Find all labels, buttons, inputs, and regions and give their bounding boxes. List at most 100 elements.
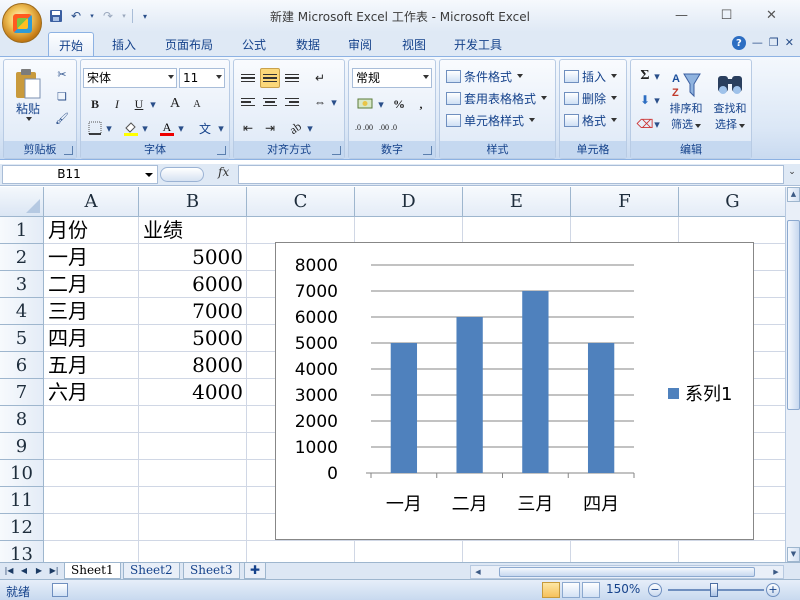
- phonetic-dropdown-icon[interactable]: ▾: [217, 120, 225, 136]
- column-header-d[interactable]: D: [355, 187, 463, 217]
- clear-button[interactable]: ⌫: [635, 114, 655, 134]
- wrap-text-button[interactable]: ↵: [310, 68, 330, 88]
- row-header-11[interactable]: 11: [0, 487, 44, 514]
- horizontal-scroll-thumb[interactable]: [499, 567, 755, 577]
- cell-a2[interactable]: 一月: [48, 244, 88, 271]
- orientation-button[interactable]: ab: [286, 118, 306, 138]
- cell-b4[interactable]: 7000: [139, 298, 243, 325]
- paste-button[interactable]: 粘贴: [10, 64, 46, 124]
- comma-button[interactable]: ,: [411, 94, 431, 114]
- increase-indent-button[interactable]: ⇥: [260, 118, 280, 138]
- expand-formula-bar-icon[interactable]: ⌄: [786, 167, 798, 182]
- fill-color-button[interactable]: [121, 118, 141, 138]
- vertical-scrollbar[interactable]: ▲ ▼: [785, 187, 800, 562]
- bar-4[interactable]: [587, 343, 615, 473]
- cell-a7[interactable]: 六月: [48, 379, 88, 406]
- tab-insert[interactable]: 插入: [102, 32, 146, 56]
- cell-b7[interactable]: 4000: [139, 379, 243, 406]
- sheet-tab-sheet2[interactable]: Sheet2: [123, 563, 180, 579]
- row-header-1[interactable]: 1: [0, 217, 44, 244]
- cell-a4[interactable]: 三月: [48, 298, 88, 325]
- scroll-up-icon[interactable]: ▲: [787, 187, 800, 202]
- ribbon-close-icon[interactable]: ✕: [785, 36, 794, 50]
- row-header-3[interactable]: 3: [0, 271, 44, 298]
- format-cells-button[interactable]: 格式: [564, 110, 618, 130]
- underline-button[interactable]: U: [129, 94, 149, 114]
- tab-formulas[interactable]: 公式: [232, 32, 276, 56]
- cell-a6[interactable]: 五月: [48, 352, 88, 379]
- alignment-launcher-icon[interactable]: [332, 146, 341, 155]
- row-header-4[interactable]: 4: [0, 298, 44, 325]
- decrease-indent-button[interactable]: ⇤: [238, 118, 258, 138]
- find-select-button[interactable]: 查找和 选择: [709, 64, 751, 138]
- bar-2[interactable]: [456, 317, 483, 473]
- formula-input[interactable]: [238, 165, 784, 184]
- phonetic-button[interactable]: 文: [193, 118, 217, 138]
- increase-decimal-button[interactable]: .0 .00: [353, 118, 375, 138]
- merge-center-button[interactable]: ⇔: [310, 92, 330, 112]
- zoom-in-icon[interactable]: +: [766, 583, 780, 597]
- row-header-8[interactable]: 8: [0, 406, 44, 433]
- scroll-left-icon[interactable]: ◀: [471, 566, 485, 578]
- column-header-g[interactable]: G: [679, 187, 785, 217]
- number-format-dropdown-icon[interactable]: [423, 75, 429, 79]
- prev-sheet-icon[interactable]: ◀: [17, 565, 31, 577]
- bar-1[interactable]: [390, 343, 418, 473]
- tab-view[interactable]: 视图: [392, 32, 436, 56]
- page-break-view-icon[interactable]: [582, 582, 600, 598]
- cell-b3[interactable]: 6000: [139, 271, 243, 298]
- row-header-12[interactable]: 12: [0, 514, 44, 541]
- decrease-decimal-button[interactable]: .00 .0: [377, 118, 399, 138]
- zoom-slider-thumb[interactable]: [710, 583, 718, 597]
- close-icon[interactable]: ✕: [749, 4, 794, 26]
- column-header-a[interactable]: A: [44, 187, 139, 217]
- select-all-button[interactable]: [0, 187, 44, 217]
- column-header-e[interactable]: E: [463, 187, 571, 217]
- shrink-font-button[interactable]: A: [187, 94, 207, 114]
- tab-home[interactable]: 开始: [48, 32, 95, 57]
- column-header-f[interactable]: F: [571, 187, 679, 217]
- borders-dropdown-icon[interactable]: ▾: [105, 120, 113, 136]
- tab-developer[interactable]: 开发工具: [444, 32, 512, 56]
- zoom-level[interactable]: 150%: [606, 582, 640, 596]
- cut-icon[interactable]: ✂: [54, 66, 70, 82]
- font-size-dropdown-icon[interactable]: [216, 75, 222, 79]
- fill-dropdown-icon[interactable]: ▾: [653, 92, 661, 108]
- font-name-dropdown-icon[interactable]: [168, 75, 174, 79]
- paste-dropdown-icon[interactable]: [26, 116, 32, 121]
- row-header-9[interactable]: 9: [0, 433, 44, 460]
- help-icon[interactable]: ?: [731, 36, 746, 50]
- tab-review[interactable]: 审阅: [338, 32, 382, 56]
- format-painter-icon[interactable]: 🖌: [54, 110, 70, 126]
- page-layout-view-icon[interactable]: [562, 582, 580, 598]
- insert-function-icon[interactable]: fx: [218, 165, 229, 179]
- cell-a5[interactable]: 四月: [48, 325, 88, 352]
- scroll-right-icon[interactable]: ▶: [769, 566, 783, 578]
- sheet-tab-sheet1[interactable]: Sheet1: [64, 563, 121, 579]
- scroll-down-icon[interactable]: ▼: [787, 547, 800, 562]
- row-header-10[interactable]: 10: [0, 460, 44, 487]
- format-as-table-button[interactable]: 套用表格格式: [446, 88, 548, 108]
- cell-a1[interactable]: 月份: [48, 217, 88, 244]
- underline-dropdown-icon[interactable]: ▾: [149, 96, 157, 112]
- name-box-dropdown-icon[interactable]: [145, 173, 153, 177]
- insert-sheet-icon[interactable]: ✚: [244, 563, 266, 579]
- column-header-b[interactable]: B: [139, 187, 247, 217]
- orientation-dropdown-icon[interactable]: ▾: [306, 120, 314, 136]
- row-header-7[interactable]: 7: [0, 379, 44, 406]
- clipboard-launcher-icon[interactable]: [64, 146, 73, 155]
- row-header-5[interactable]: 5: [0, 325, 44, 352]
- cell-styles-button[interactable]: 单元格样式: [446, 110, 536, 130]
- last-sheet-icon[interactable]: ▶|: [47, 565, 61, 577]
- copy-icon[interactable]: ❏: [54, 88, 70, 104]
- grow-font-button[interactable]: A: [165, 94, 185, 114]
- font-size-combo[interactable]: 11: [179, 68, 225, 88]
- tab-data[interactable]: 数据: [286, 32, 330, 56]
- font-color-dropdown-icon[interactable]: ▾: [177, 120, 185, 136]
- fill-button[interactable]: ⬇: [635, 90, 655, 110]
- cell-b1[interactable]: 业绩: [143, 217, 183, 244]
- chart-legend[interactable]: 系列1: [668, 380, 732, 406]
- formula-bar-resize-handle[interactable]: [160, 167, 204, 182]
- next-sheet-icon[interactable]: ▶: [32, 565, 46, 577]
- autosum-dropdown-icon[interactable]: ▾: [653, 68, 661, 84]
